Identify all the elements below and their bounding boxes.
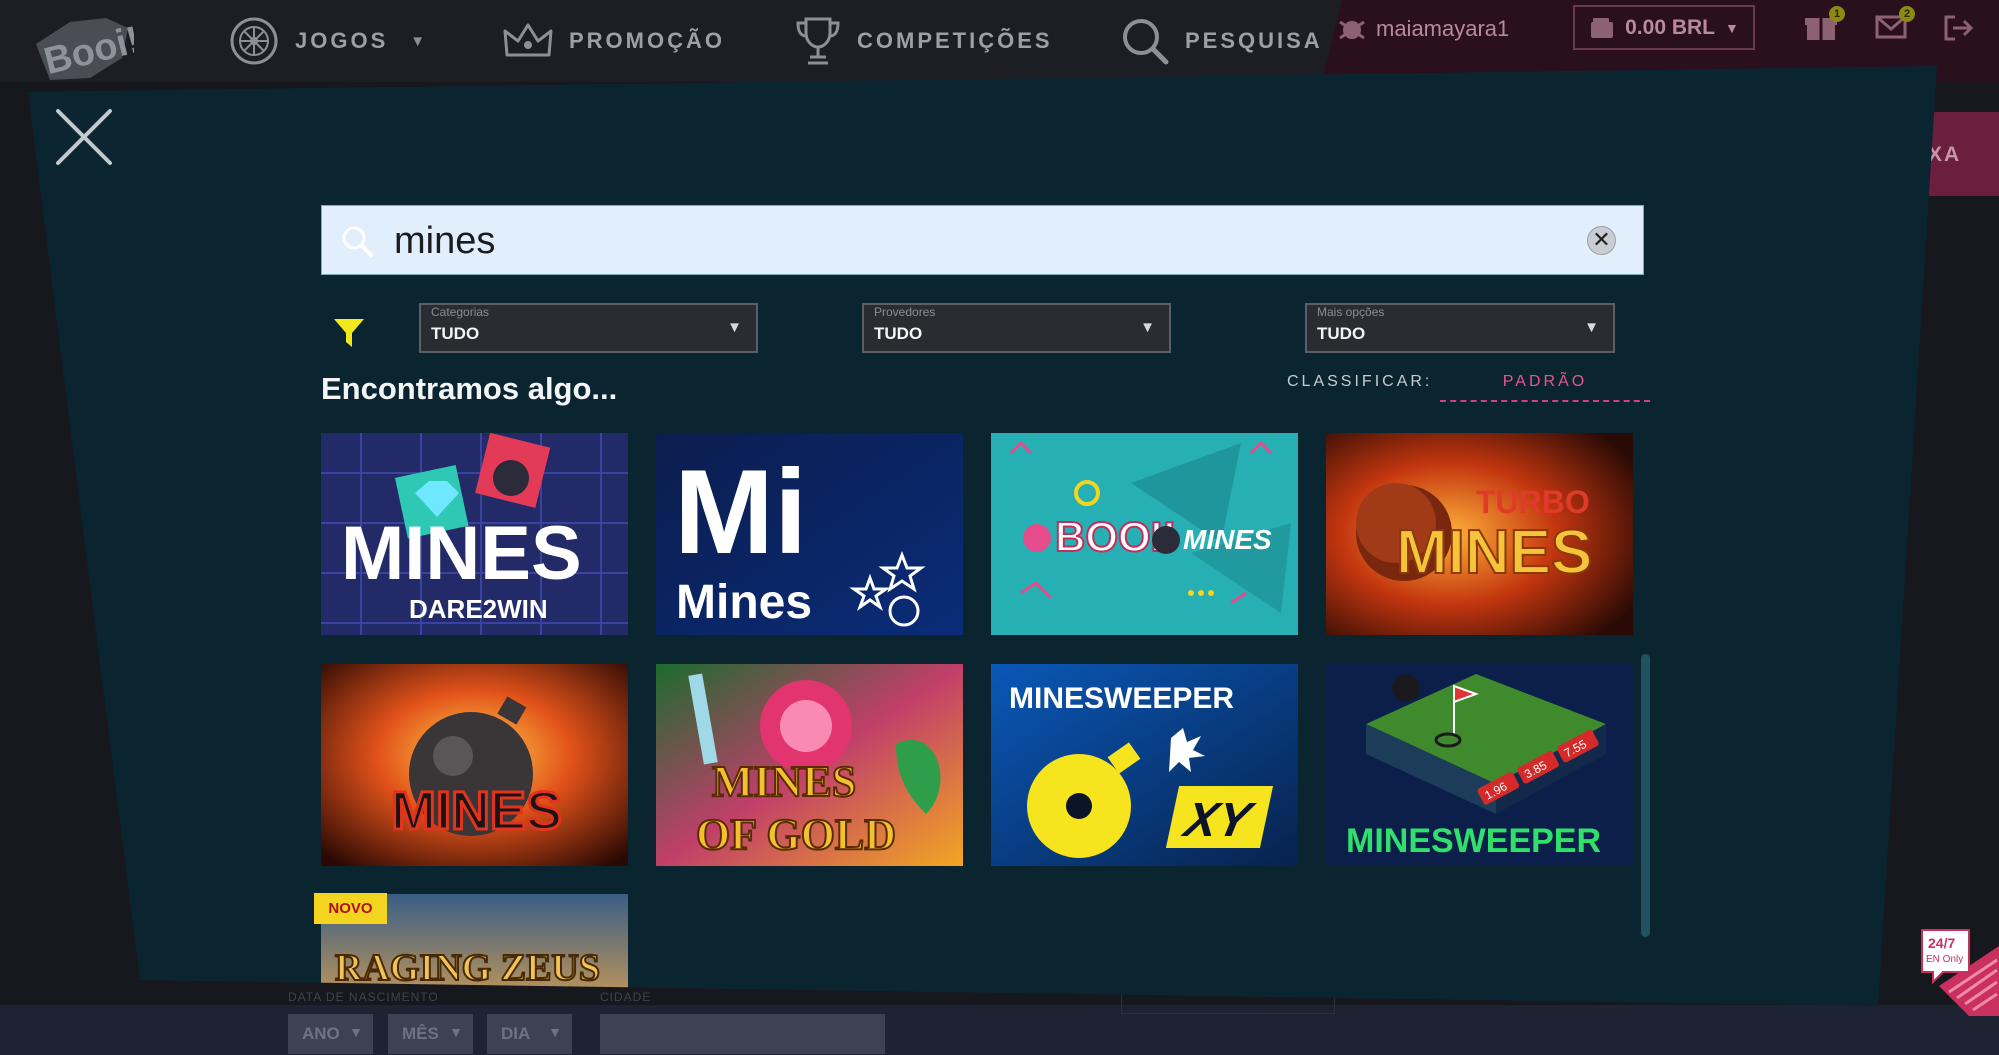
game-thumbnail: TURBO MINES [1326,433,1633,635]
categories-select-label: Categorias [431,305,490,319]
chevron-down-icon: ▼ [727,319,742,336]
game-thumbnail: 1.96 3.85 7.55 MINESWEEPER [1326,664,1633,866]
clear-search-button[interactable]: ✕ [1587,226,1616,255]
day-select[interactable]: DIA ▼ [487,1014,572,1054]
user-menu[interactable]: maiamayara1 [1338,14,1509,44]
turbo-title-text: TURBO [1476,484,1590,520]
nav-jogos-label: JOGOS [295,28,389,53]
support-chat-widget[interactable]: 24/7 EN Only [1919,926,1999,1016]
game-tile-minesweeper-xy[interactable]: MINESWEEPER XY [991,664,1298,866]
game-tile-minesweeper[interactable]: 1.96 3.85 7.55 MINESWEEPER [1326,664,1633,866]
minesweeper-title-text: MINESWEEPER [1009,682,1234,715]
game-tile-mines-of-gold[interactable]: MINES OF GOLD [656,664,963,866]
providers-select[interactable]: Provedores TUDO ▼ [862,303,1171,353]
minesweeper-title-text: MINESWEEPER [1346,822,1601,860]
nav-pesquisa-label: PESQUISA [1185,28,1323,53]
game-tile-mi-mines[interactable]: Mi Mines [656,433,963,635]
search-bar: ✕ [321,205,1644,275]
search-icon [342,226,373,257]
results-heading: Encontramos algo... [321,371,618,406]
search-modal: ✕ Categorias TUDO ▼ Provedores TUDO ▼ Ma… [28,66,1937,1006]
game-thumbnail: MINES DARE2WIN [321,433,628,635]
mail-badge: 2 [1899,6,1915,22]
roulette-icon [230,17,278,65]
nav-promocao-label: PROMOÇÃO [569,28,725,53]
mines-subtitle-text: MINES [1183,524,1272,555]
balance-value: 0.00 BRL [1625,15,1715,39]
filter-icon[interactable] [333,318,365,348]
nav-competicoes[interactable]: COMPETIÇÕES [795,14,1053,68]
gift-button[interactable]: 1 [1805,6,1845,47]
logout-button[interactable] [1943,14,1975,47]
nav-pesquisa[interactable]: PESQUISA [1121,14,1323,68]
day-value: DIA [501,1024,531,1043]
game-thumbnail: BOOI! MINES [991,433,1298,635]
mines-title-text: MINES [341,511,582,596]
results-scrollbar[interactable] [1641,654,1650,937]
game-thumbnail: MINES OF GOLD [656,664,963,866]
providers-select-value: TUDO [874,324,923,343]
mines-subtitle-text: MINES [1396,518,1592,587]
chevron-down-icon: ▼ [548,1024,562,1040]
categories-select[interactable]: Categorias TUDO ▼ [419,303,758,353]
chevron-down-icon: ▼ [449,1024,463,1040]
search-icon [1123,19,1169,65]
nav-jogos[interactable]: JOGOS ▼ [229,14,425,68]
balance-button[interactable]: 0.00 BRL ▼ [1573,5,1755,50]
sort-select[interactable]: PADRÃO [1440,364,1650,402]
game-thumbnail: MINES [321,664,628,866]
search-input[interactable] [392,214,1576,268]
more-options-select[interactable]: Mais opções TUDO ▼ [1305,303,1615,353]
wallet-icon [1591,17,1614,38]
game-thumbnail: Mi Mines [656,433,963,635]
of-gold-subtitle-text: OF GOLD [696,810,896,859]
logout-icon [1944,15,1974,41]
chevron-down-icon: ▼ [1584,319,1599,336]
username: maiamayara1 [1376,16,1510,41]
game-tile-mines-dare2win[interactable]: MINES DARE2WIN [321,433,628,635]
support-lang-text: EN Only [1926,954,1963,965]
support-hours-text: 24/7 [1928,935,1955,951]
nav-competicoes-label: COMPETIÇÕES [857,28,1053,53]
game-tile-mines-fire[interactable]: MINES [321,664,628,866]
raging-zeus-title-text: RAGING ZEUS [335,947,600,989]
game-tile-booi-mines[interactable]: BOOI! MINES [991,433,1298,635]
cashier-tab-label: XA [1928,143,1962,166]
chevron-down-icon: ▼ [1725,19,1739,36]
month-value: MÊS [402,1024,439,1043]
more-options-select-value: TUDO [1317,324,1366,343]
crown-icon [503,23,553,57]
city-input[interactable] [600,1014,885,1054]
trophy-icon [796,17,840,65]
sort-label: CLASSIFICAR: [1287,373,1433,390]
mail-button[interactable]: 2 [1875,6,1915,45]
game-tile-turbo-mines[interactable]: TURBO MINES [1326,433,1633,635]
close-icon: ✕ [1592,227,1611,252]
more-options-select-label: Mais opções [1317,305,1385,319]
month-select[interactable]: MÊS ▼ [388,1014,473,1054]
gift-badge: 1 [1829,6,1845,22]
game-thumbnail: MINESWEEPER XY [991,664,1298,866]
categories-select-value: TUDO [431,324,480,343]
mines-title-text: MINES [391,781,562,841]
chevron-down-icon: ▼ [1140,319,1155,336]
city-label: CIDADE [600,990,652,1004]
providers-select-label: Provedores [874,305,936,319]
birthdate-label: DATA DE NASCIMENTO [288,990,439,1004]
year-value: ANO [302,1024,340,1043]
nav-promocao[interactable]: PROMOÇÃO [503,14,725,68]
chevron-down-icon: ▼ [410,32,426,50]
chevron-down-icon: ▼ [349,1024,363,1040]
mi-title-text: Mi [674,445,807,579]
mines-title-text: MINES [712,757,856,806]
year-select[interactable]: ANO ▼ [288,1014,373,1054]
mines-subtitle-text: Mines [676,576,812,629]
booi-logo[interactable]: Booi! [30,4,134,88]
user-avatar-icon [1339,20,1365,40]
dare2win-subtitle-text: DARE2WIN [409,594,548,624]
close-icon[interactable] [55,108,113,166]
new-badge: NOVO [314,893,387,924]
